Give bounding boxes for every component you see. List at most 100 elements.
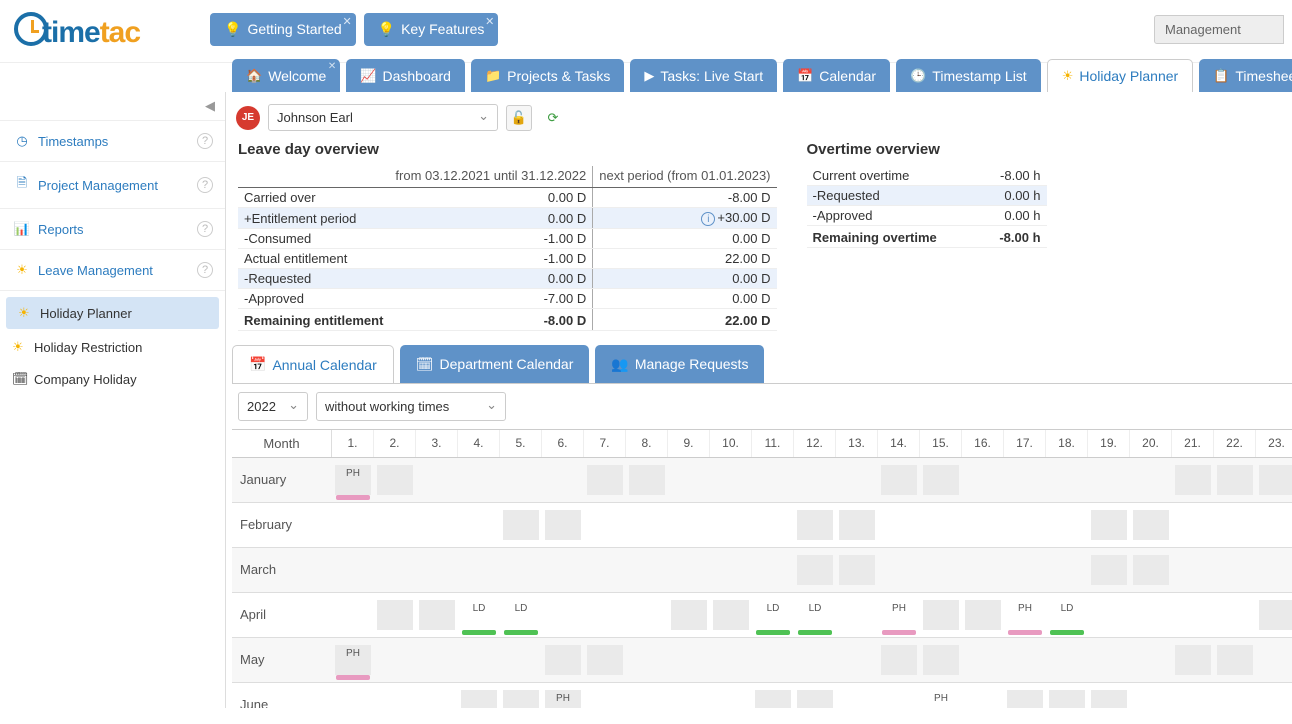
info-icon[interactable]: i xyxy=(701,212,715,226)
day-cell[interactable] xyxy=(458,548,500,592)
day-cell[interactable] xyxy=(626,683,668,708)
day-cell[interactable] xyxy=(752,638,794,682)
day-cell[interactable] xyxy=(1130,593,1172,637)
day-cell[interactable] xyxy=(584,683,626,708)
tab-tasks-live-start[interactable]: ▶Tasks: Live Start xyxy=(630,59,777,92)
day-cell[interactable] xyxy=(1004,548,1046,592)
day-cell[interactable]: LD xyxy=(752,593,794,637)
day-cell[interactable] xyxy=(878,548,920,592)
working-times-select[interactable]: without working times xyxy=(316,392,506,421)
day-cell[interactable] xyxy=(1214,638,1256,682)
day-cell[interactable] xyxy=(794,458,836,502)
day-cell[interactable] xyxy=(626,548,668,592)
close-icon[interactable]: ✕ xyxy=(328,61,336,72)
day-cell[interactable] xyxy=(1130,503,1172,547)
day-cell[interactable] xyxy=(416,503,458,547)
day-cell[interactable] xyxy=(710,503,752,547)
day-cell[interactable] xyxy=(458,638,500,682)
day-cell[interactable] xyxy=(584,638,626,682)
day-cell[interactable] xyxy=(1214,593,1256,637)
day-cell[interactable] xyxy=(794,503,836,547)
day-cell[interactable] xyxy=(458,503,500,547)
sidebar-item-reports[interactable]: 📊Reports? xyxy=(0,209,225,250)
day-cell[interactable] xyxy=(836,683,878,708)
day-cell[interactable] xyxy=(1172,593,1214,637)
day-cell[interactable] xyxy=(794,638,836,682)
day-cell[interactable] xyxy=(668,683,710,708)
day-cell[interactable] xyxy=(836,458,878,502)
day-cell[interactable] xyxy=(752,458,794,502)
tab-dashboard[interactable]: 📈Dashboard xyxy=(346,59,465,92)
day-cell[interactable] xyxy=(962,683,1004,708)
day-cell[interactable] xyxy=(332,683,374,708)
sidebar-sub-holiday-restriction[interactable]: ☀Holiday Restriction xyxy=(0,331,225,363)
day-cell[interactable] xyxy=(1130,683,1172,708)
day-cell[interactable] xyxy=(1256,503,1292,547)
day-cell[interactable] xyxy=(416,548,458,592)
day-cell[interactable] xyxy=(1256,683,1292,708)
day-cell[interactable] xyxy=(1172,683,1214,708)
day-cell[interactable] xyxy=(1172,458,1214,502)
tab-timesheet-report[interactable]: 📋Timesheet Report xyxy=(1199,59,1292,92)
day-cell[interactable] xyxy=(374,548,416,592)
day-cell[interactable]: PH xyxy=(878,593,920,637)
day-cell[interactable] xyxy=(500,458,542,502)
day-cell[interactable] xyxy=(710,683,752,708)
tab-holiday-planner[interactable]: ☀Holiday Planner xyxy=(1047,59,1194,92)
day-cell[interactable] xyxy=(920,548,962,592)
day-cell[interactable] xyxy=(1256,638,1292,682)
day-cell[interactable] xyxy=(500,503,542,547)
day-cell[interactable] xyxy=(794,683,836,708)
day-cell[interactable] xyxy=(1088,458,1130,502)
day-cell[interactable] xyxy=(962,503,1004,547)
day-cell[interactable] xyxy=(584,593,626,637)
help-icon[interactable]: ? xyxy=(197,177,213,193)
day-cell[interactable] xyxy=(836,548,878,592)
day-cell[interactable] xyxy=(1004,683,1046,708)
key-features-button[interactable]: 💡 Key Features ✕ xyxy=(364,13,499,46)
tab-welcome[interactable]: 🏠Welcome✕ xyxy=(232,59,340,92)
day-cell[interactable] xyxy=(962,458,1004,502)
day-cell[interactable] xyxy=(1172,638,1214,682)
day-cell[interactable]: LD xyxy=(1046,593,1088,637)
day-cell[interactable] xyxy=(542,503,584,547)
sidebar-sub-company-holiday[interactable]: 🗓Company Holiday xyxy=(0,363,225,395)
day-cell[interactable] xyxy=(584,458,626,502)
day-cell[interactable] xyxy=(1004,638,1046,682)
day-cell[interactable] xyxy=(1088,503,1130,547)
day-cell[interactable] xyxy=(1046,548,1088,592)
help-icon[interactable]: ? xyxy=(197,262,213,278)
day-cell[interactable] xyxy=(1130,638,1172,682)
day-cell[interactable] xyxy=(710,548,752,592)
day-cell[interactable] xyxy=(374,683,416,708)
day-cell[interactable] xyxy=(416,683,458,708)
day-cell[interactable] xyxy=(1088,548,1130,592)
day-cell[interactable] xyxy=(1214,458,1256,502)
day-cell[interactable] xyxy=(626,458,668,502)
day-cell[interactable] xyxy=(584,548,626,592)
day-cell[interactable] xyxy=(416,638,458,682)
sidebar-item-project-management[interactable]: 🗎Project Management? xyxy=(0,162,225,209)
day-cell[interactable] xyxy=(752,683,794,708)
day-cell[interactable] xyxy=(920,458,962,502)
day-cell[interactable] xyxy=(542,458,584,502)
day-cell[interactable] xyxy=(794,548,836,592)
day-cell[interactable] xyxy=(668,458,710,502)
day-cell[interactable] xyxy=(1004,503,1046,547)
day-cell[interactable] xyxy=(836,638,878,682)
help-icon[interactable]: ? xyxy=(197,221,213,237)
day-cell[interactable] xyxy=(626,593,668,637)
day-cell[interactable] xyxy=(752,503,794,547)
day-cell[interactable] xyxy=(962,638,1004,682)
day-cell[interactable] xyxy=(626,638,668,682)
day-cell[interactable]: LD xyxy=(794,593,836,637)
day-cell[interactable] xyxy=(1256,458,1292,502)
day-cell[interactable]: PH xyxy=(1004,593,1046,637)
day-cell[interactable]: PH xyxy=(332,458,374,502)
day-cell[interactable] xyxy=(1046,683,1088,708)
day-cell[interactable] xyxy=(374,458,416,502)
day-cell[interactable] xyxy=(458,683,500,708)
calendar-tab-manage-requests[interactable]: 👥Manage Requests xyxy=(595,345,764,383)
close-icon[interactable]: ✕ xyxy=(342,15,351,28)
day-cell[interactable] xyxy=(1004,458,1046,502)
